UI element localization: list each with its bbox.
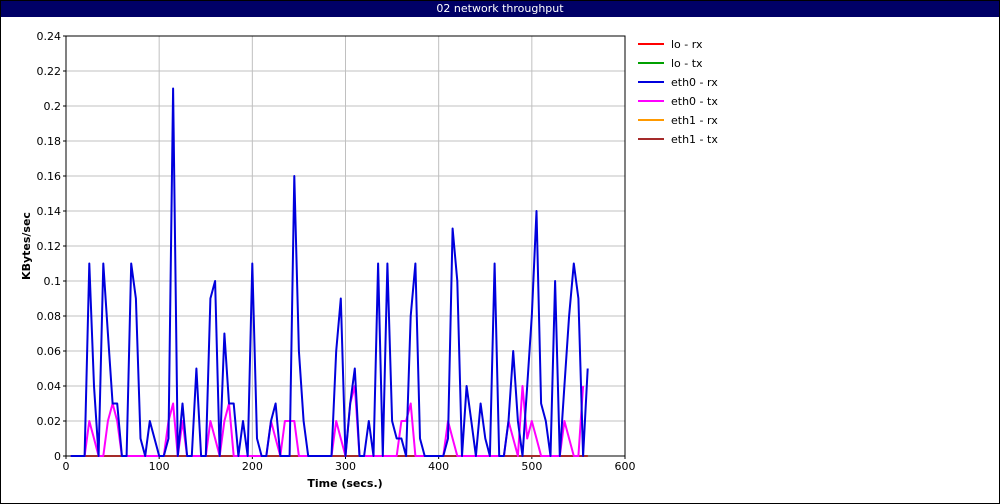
y-tick-label: 0.18 — [37, 135, 62, 148]
y-tick-label: 0.14 — [37, 205, 62, 218]
y-tick-label: 0.2 — [44, 100, 62, 113]
y-tick-label: 0.06 — [37, 345, 62, 358]
x-tick-label: 0 — [63, 460, 70, 473]
x-tick-label: 600 — [615, 460, 636, 473]
series-lines — [70, 87, 589, 457]
y-tick-label: 0.16 — [37, 170, 62, 183]
y-tick-label: 0.04 — [37, 380, 62, 393]
y-tick-label: 0 — [54, 450, 61, 463]
y-tick-label: 0.08 — [37, 310, 62, 323]
x-tick-label: 200 — [242, 460, 263, 473]
x-axis-label: Time (secs.) — [307, 477, 382, 490]
x-tick-label: 500 — [521, 460, 542, 473]
y-tick-label: 0.1 — [44, 275, 62, 288]
legend-label: eth0 - tx — [671, 95, 718, 108]
series-line-eth0-rx — [70, 87, 589, 457]
y-axis-label: KBytes/sec — [20, 212, 33, 280]
legend: lo - rx lo - tx eth0 - rx eth0 - tx eth1 - r… — [638, 38, 718, 146]
x-tick-label: 400 — [428, 460, 449, 473]
y-tick-label: 0.02 — [37, 415, 62, 428]
y-tick-label: 0.24 — [37, 30, 62, 43]
y-tick-label: 0.12 — [37, 240, 62, 253]
x-axis-ticks: 0 100 200 300 400 500 600 — [63, 456, 636, 473]
chart-canvas: 0 0.02 0.04 0.06 0.08 0.1 0.12 0.14 0.16 0.18 0.2 0… — [20, 30, 718, 490]
legend-label: lo - tx — [671, 57, 703, 70]
legend-label: eth1 - tx — [671, 133, 718, 146]
y-axis-ticks: 0 0.02 0.04 0.06 0.08 0.1 0.12 0.14 0.16 0.18 0.2 0… — [37, 30, 66, 463]
legend-label: eth0 - rx — [671, 76, 718, 89]
y-tick-label: 0.22 — [37, 65, 62, 78]
x-tick-label: 300 — [335, 460, 356, 473]
legend-label: lo - rx — [671, 38, 703, 51]
legend-label: eth1 - rx — [671, 114, 718, 127]
x-tick-label: 100 — [149, 460, 170, 473]
